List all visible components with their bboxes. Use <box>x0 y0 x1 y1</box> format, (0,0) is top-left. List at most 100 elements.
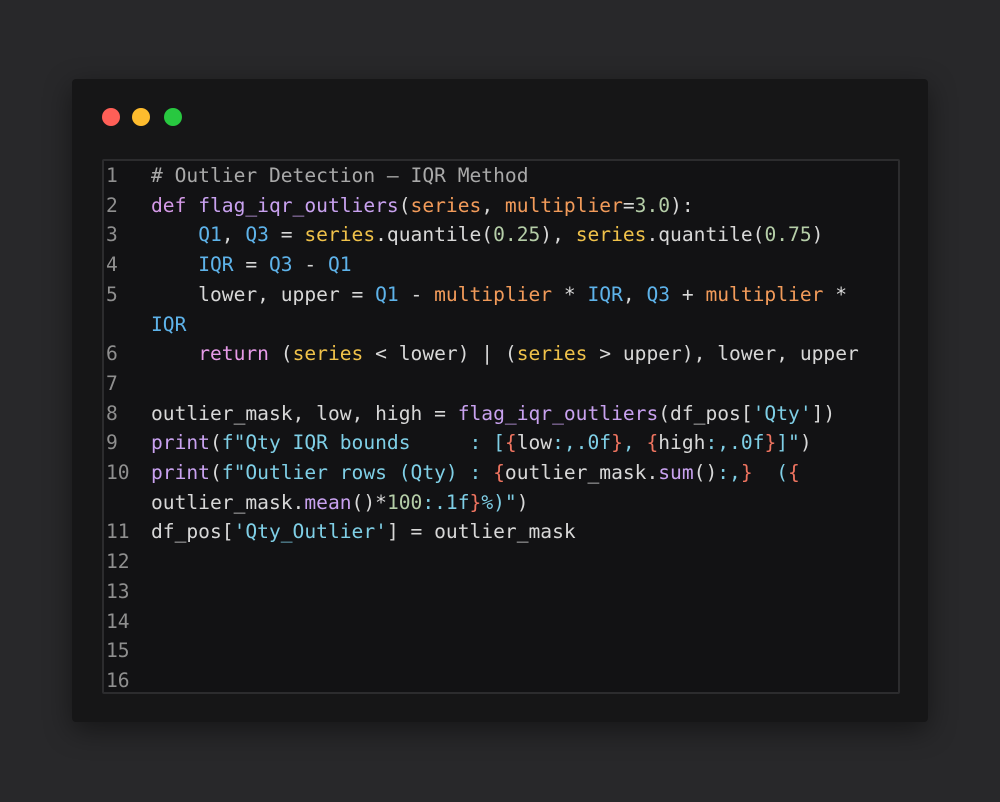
code-token: ) <box>799 431 812 455</box>
code-token: flag_iqr_outliers <box>457 401 659 425</box>
code-token: 'Qty' <box>752 401 812 425</box>
code-token: series <box>304 223 376 247</box>
code-token: series <box>410 193 482 217</box>
code-token: 3.0 <box>634 193 671 217</box>
code-text: Q1, Q3 = series.quantile(0.25), series.q… <box>151 220 823 250</box>
code-token: Q1 <box>198 223 222 247</box>
code-token: f"Qty IQR bounds : [ <box>221 431 505 455</box>
line-number: 5 <box>106 282 118 306</box>
code-token: lower, upper = <box>151 282 376 306</box>
line-number: 3 <box>106 223 118 247</box>
code-token: .quantile( <box>375 223 494 247</box>
code-token: ]) <box>811 401 836 425</box>
code-token: sum <box>658 461 694 484</box>
code-token: multiplier <box>434 282 553 306</box>
code-token: flag_iqr_outliers <box>198 193 399 217</box>
code-window: 1 # Outlier Detection — IQR Method 2 def fl… <box>72 79 928 722</box>
code-text: df_pos['Qty_Outlier'] = outlier_mask <box>151 517 576 547</box>
line-number: 12 <box>106 550 130 574</box>
code-token: Q3 <box>245 223 269 247</box>
code-token: ()* <box>351 490 387 514</box>
code-token: print <box>151 461 210 484</box>
code-token: + <box>670 282 706 306</box>
line-number: 10 <box>106 461 130 484</box>
line-number: 14 <box>106 609 130 633</box>
code-token: df_pos[ <box>151 520 234 544</box>
minimize-button[interactable] <box>132 108 150 126</box>
line-number: 7 <box>106 371 118 395</box>
code-token: .quantile( <box>646 223 765 247</box>
code-token: IQR <box>198 253 234 277</box>
code-token: = <box>622 193 635 217</box>
code-token: * <box>823 282 848 306</box>
code-text: outlier_mask, low, high = flag_iqr_outli… <box>151 399 835 429</box>
code-text: outlier_mask.mean()*100:.1f}%)") <box>151 488 529 518</box>
code-token: Q1 <box>327 253 352 277</box>
code-token: ) <box>516 490 529 514</box>
code-token: Q3 <box>646 282 671 306</box>
code-token: 100 <box>386 490 423 514</box>
code-token: 'Qty_Outlier' <box>233 520 387 544</box>
code-token: { <box>493 461 505 484</box>
code-token: , <box>622 282 647 306</box>
code-token: } <box>469 490 482 514</box>
code-token: :.1f <box>422 490 470 514</box>
code-token: ( <box>268 342 293 366</box>
code-token: IQR <box>151 312 187 336</box>
code-token: = <box>268 223 305 247</box>
code-token: ( <box>398 193 411 217</box>
code-token: f"Outlier rows (Qty) : <box>221 461 494 484</box>
line-number: 16 <box>106 668 130 692</box>
code-token: () <box>693 461 718 484</box>
code-token: , <box>622 431 647 455</box>
maximize-button[interactable] <box>164 108 182 126</box>
code-text: IQR <box>151 310 186 340</box>
code-token: , <box>221 223 246 247</box>
code-token: Q3 <box>268 253 293 277</box>
code-token: * <box>552 282 588 306</box>
code-token: low <box>516 431 553 455</box>
code-token: > upper), lower, upper <box>587 342 859 366</box>
code-token: (df_pos[ <box>658 401 753 425</box>
code-token: Q1 <box>375 282 399 306</box>
line-number: 13 <box>106 579 130 603</box>
code-token: ( <box>209 431 222 455</box>
code-token: - <box>398 282 435 306</box>
code-token: ): <box>670 193 694 217</box>
code-token: :,.0f <box>705 431 765 455</box>
line-number: 11 <box>106 520 130 544</box>
code-token: { <box>788 461 800 484</box>
code-text: print(f"Outlier rows (Qty) : {outlier_ma… <box>151 458 800 488</box>
code-token: series <box>292 342 364 366</box>
code-text: IQR = Q3 - Q1 <box>151 250 352 280</box>
code-token: 0.25 <box>493 223 541 247</box>
line-number: 2 <box>106 193 118 217</box>
code-editor[interactable]: 1 # Outlier Detection — IQR Method 2 def fl… <box>102 159 900 694</box>
code-text: print(f"Qty IQR bounds : [{low:,.0f}, {h… <box>151 428 812 458</box>
code-token: = <box>233 253 269 277</box>
code-token: %)" <box>481 490 517 514</box>
code-token: print <box>151 431 210 455</box>
code-token: return <box>198 342 269 366</box>
code-token: outlier_mask. <box>504 461 659 484</box>
code-text: def flag_iqr_outliers(series, multiplier… <box>151 191 694 221</box>
line-number: 1 <box>106 164 118 187</box>
code-token: outlier_mask, low, high = <box>151 401 458 425</box>
close-button[interactable] <box>102 108 120 126</box>
code-token: ) <box>811 223 824 247</box>
code-token: ]" <box>776 431 800 455</box>
code-token: :,.0f <box>552 431 612 455</box>
code-text: return (series < lower) | (series > uppe… <box>151 339 859 369</box>
code-token: } <box>740 461 753 484</box>
code-token: # Outlier Detection — IQR Method <box>151 164 529 187</box>
code-token: ( <box>209 461 222 484</box>
code-token: ), <box>540 223 576 247</box>
code-token: multiplier <box>705 282 824 306</box>
code-token: 0.75 <box>764 223 812 247</box>
line-number: 4 <box>106 253 118 277</box>
code-token: ( <box>752 461 789 484</box>
line-number: 6 <box>106 342 118 366</box>
